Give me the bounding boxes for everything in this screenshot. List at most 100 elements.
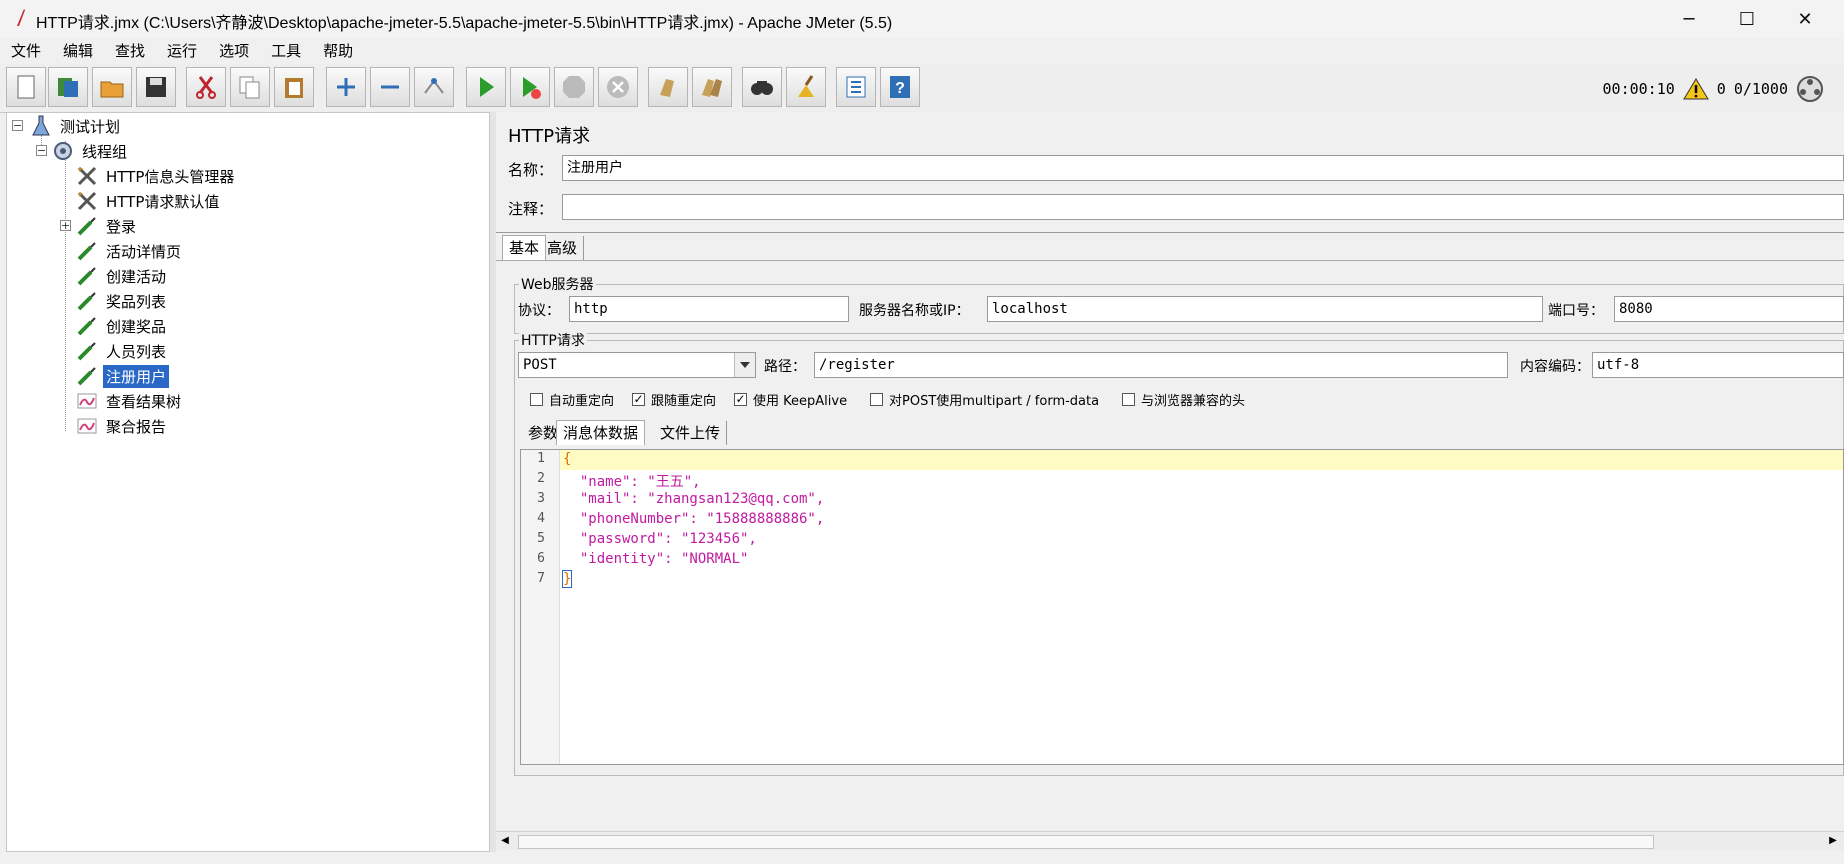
- tree-node-test-plan[interactable]: 测试计划: [29, 114, 123, 138]
- body-data-editor[interactable]: 1 2 3 4 5 6 7 { "name": "王五", "mail": "z…: [520, 449, 1844, 765]
- follow-redirect-checkbox[interactable]: ✓ 跟随重定向: [632, 390, 716, 409]
- tree-node-prize-list[interactable]: 奖品列表: [75, 289, 169, 313]
- tab-advanced[interactable]: 高级: [541, 236, 585, 260]
- toggle-button[interactable]: [414, 67, 454, 107]
- checkbox-box[interactable]: ✓: [734, 393, 747, 406]
- remote-engines-icon[interactable]: [1796, 75, 1824, 103]
- multipart-checkbox[interactable]: 对POST使用multipart / form-data: [870, 390, 1099, 409]
- templates-button[interactable]: [48, 67, 88, 107]
- jmeter-feather-icon: [17, 9, 25, 26]
- code-line: "mail": "zhangsan123@qq.com",: [563, 491, 825, 507]
- menu-run[interactable]: 运行: [156, 38, 208, 64]
- tab-body-data[interactable]: 消息体数据: [556, 420, 646, 445]
- search-icon: [751, 81, 773, 95]
- toolbar: ? 00:00:10 0 0/1000: [0, 64, 1844, 113]
- http-request-panel: HTTP请求 名称： 注册用户 注释： 基本 高级 Web服务器 协议： htt…: [496, 112, 1844, 852]
- cut-button[interactable]: [186, 67, 226, 107]
- shutdown-button[interactable]: [598, 67, 638, 107]
- paste-icon: [285, 78, 303, 98]
- tree-node-user-list[interactable]: 人员列表: [75, 339, 169, 363]
- comment-field[interactable]: [562, 194, 1844, 220]
- collapse-toggle[interactable]: −: [36, 145, 47, 156]
- start-button[interactable]: [466, 67, 506, 107]
- start-no-pause-button[interactable]: [510, 67, 550, 107]
- menu-options[interactable]: 选项: [208, 38, 260, 64]
- horizontal-scrollbar[interactable]: ◀ ▶: [496, 831, 1844, 850]
- tree-node-label: 测试计划: [60, 117, 121, 136]
- checkbox-box[interactable]: [1122, 393, 1135, 406]
- listener-icon: [75, 389, 99, 413]
- copy-button[interactable]: [230, 67, 270, 107]
- function-helper-button[interactable]: [836, 67, 876, 107]
- paste-button[interactable]: [274, 67, 314, 107]
- scroll-left-icon[interactable]: ◀: [498, 834, 512, 848]
- path-field[interactable]: /register: [814, 352, 1508, 378]
- tree-node-login[interactable]: 登录: [75, 214, 139, 238]
- tree-node-activity-detail[interactable]: 活动详情页: [75, 239, 184, 263]
- tree-node-results-tree[interactable]: 查看结果树: [75, 389, 184, 413]
- help-button[interactable]: ?: [880, 67, 920, 107]
- tree-node-request-defaults[interactable]: HTTP请求默认值: [75, 189, 222, 213]
- method-select[interactable]: POST: [518, 352, 756, 378]
- menu-help[interactable]: 帮助: [312, 38, 364, 64]
- tab-file-upload[interactable]: 文件上传: [654, 421, 728, 445]
- keepalive-checkbox[interactable]: ✓ 使用 KeepAlive: [734, 390, 847, 409]
- checkbox-box[interactable]: ✓: [632, 393, 645, 406]
- minimize-button[interactable]: ─: [1660, 0, 1718, 38]
- warning-icon[interactable]: [1682, 77, 1709, 101]
- expand-button[interactable]: [326, 67, 366, 107]
- menu-file[interactable]: 文件: [0, 38, 52, 64]
- protocol-field[interactable]: http: [569, 296, 849, 322]
- clear-all-button[interactable]: [692, 67, 732, 107]
- expand-icon: [337, 78, 355, 96]
- line-number: 3: [537, 491, 545, 506]
- server-field[interactable]: localhost: [987, 296, 1543, 322]
- panel-title: HTTP请求: [508, 126, 591, 147]
- collapse-button[interactable]: [370, 67, 410, 107]
- port-label: 端口号：: [1548, 303, 1604, 319]
- tree-node-create-prize[interactable]: 创建奖品: [75, 314, 169, 338]
- port-field[interactable]: 8080: [1614, 296, 1844, 322]
- tree-node-create-activity[interactable]: 创建活动: [75, 264, 169, 288]
- protocol-label: 协议：: [518, 303, 560, 319]
- name-label: 名称：: [508, 161, 554, 179]
- new-button[interactable]: [6, 67, 46, 107]
- tree-node-aggregate-report[interactable]: 聚合报告: [75, 414, 169, 438]
- tree-node-register-user[interactable]: 注册用户: [75, 364, 170, 388]
- save-button[interactable]: [136, 67, 176, 107]
- scrollbar-thumb[interactable]: [518, 835, 1654, 849]
- browser-compatible-headers-checkbox[interactable]: 与浏览器兼容的头: [1122, 390, 1245, 409]
- auto-redirect-checkbox[interactable]: 自动重定向: [530, 390, 614, 409]
- svg-text:?: ?: [895, 80, 905, 97]
- close-button[interactable]: ✕: [1776, 0, 1834, 38]
- reset-search-button[interactable]: [786, 67, 826, 107]
- scroll-right-icon[interactable]: ▶: [1826, 834, 1840, 848]
- menu-edit[interactable]: 编辑: [52, 38, 104, 64]
- tree-node-label: HTTP请求默认值: [106, 192, 220, 211]
- method-value: POST: [523, 357, 557, 373]
- menu-tools[interactable]: 工具: [260, 38, 312, 64]
- tree-node-header-manager[interactable]: HTTP信息头管理器: [75, 164, 237, 188]
- stop-button[interactable]: [554, 67, 594, 107]
- clear-icon: [660, 79, 674, 97]
- collapse-toggle[interactable]: −: [12, 120, 23, 131]
- menu-search[interactable]: 查找: [104, 38, 156, 64]
- code-line: "phoneNumber": "15888888886",: [563, 511, 825, 527]
- templates-icon: [58, 78, 78, 97]
- open-button[interactable]: [92, 67, 132, 107]
- tab-basic[interactable]: 基本: [502, 235, 547, 260]
- start-no-pause-icon: [523, 77, 541, 99]
- tree-node-thread-group[interactable]: 线程组: [51, 139, 130, 163]
- search-button[interactable]: [742, 67, 782, 107]
- encoding-field[interactable]: utf-8: [1592, 352, 1844, 378]
- checkbox-box[interactable]: [870, 393, 883, 406]
- checkbox-box[interactable]: [530, 393, 543, 406]
- clear-button[interactable]: [648, 67, 688, 107]
- expand-toggle[interactable]: +: [60, 220, 71, 231]
- chevron-down-icon[interactable]: [734, 353, 755, 377]
- line-number: 2: [537, 471, 545, 486]
- name-field[interactable]: 注册用户: [562, 155, 1844, 181]
- checkbox-label: 使用 KeepAlive: [753, 394, 848, 409]
- web-server-group-title: Web服务器: [519, 274, 596, 294]
- maximize-button[interactable]: ☐: [1718, 0, 1776, 38]
